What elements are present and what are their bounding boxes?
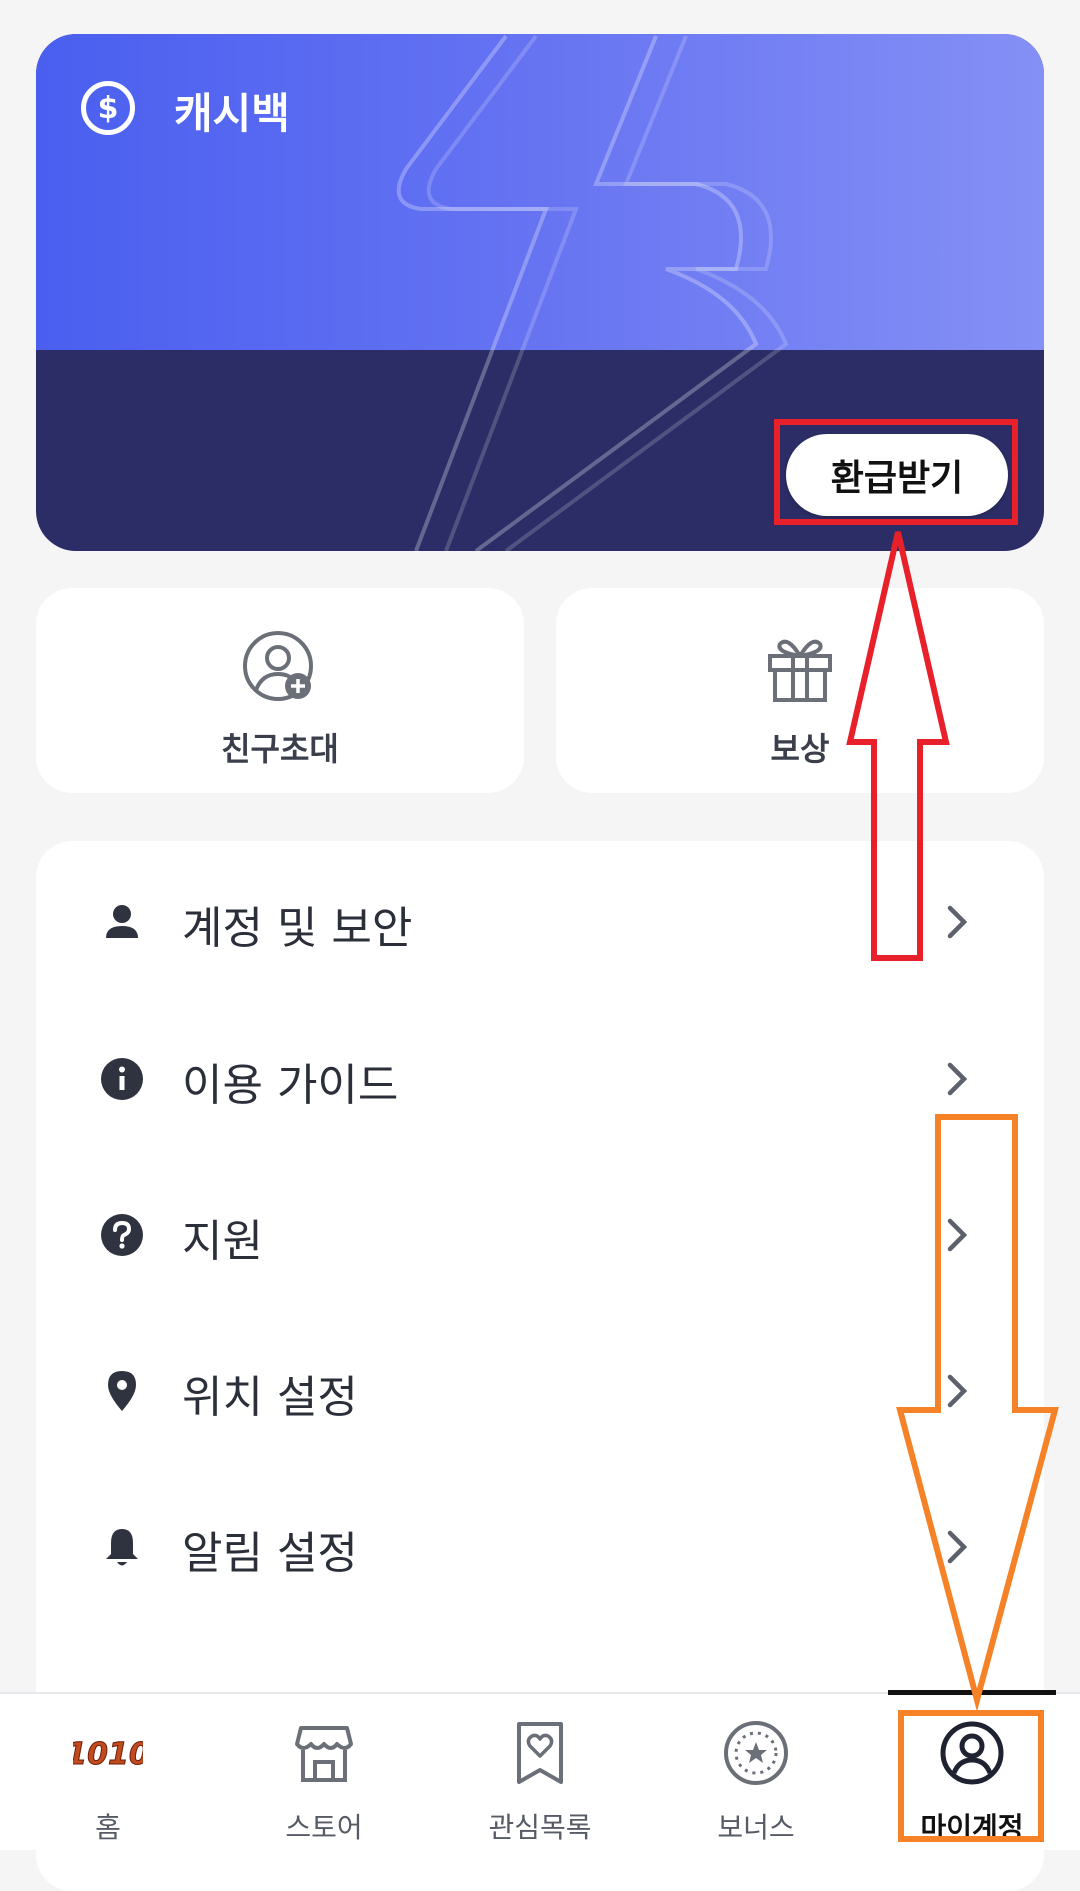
chevron-right-icon xyxy=(947,1062,968,1096)
gift-icon xyxy=(768,639,832,702)
menu-item-label: 지원 xyxy=(182,1216,263,1267)
1010-logo-icon: 1010 xyxy=(73,1737,143,1773)
nav-label: 홈 xyxy=(95,1811,121,1844)
nav-label: 보너스 xyxy=(717,1811,795,1844)
person-icon xyxy=(106,905,138,938)
menu-item-label: 이용 가이드 xyxy=(182,1060,399,1111)
nav-bonus[interactable]: 보너스 xyxy=(648,1694,864,1850)
bonus-icon xyxy=(724,1721,788,1785)
red-highlight-box xyxy=(774,419,1018,525)
dollar-circle-icon: $ xyxy=(81,81,135,135)
info-icon xyxy=(101,1058,143,1100)
svg-text:1010: 1010 xyxy=(73,1737,143,1772)
active-tab-indicator xyxy=(888,1690,1056,1695)
menu-item-label: 위치 설정 xyxy=(182,1372,358,1423)
nav-store[interactable]: 스토어 xyxy=(216,1694,432,1850)
cashback-title: 캐시백 xyxy=(174,89,290,138)
chevron-right-icon xyxy=(947,1530,968,1564)
menu-item-support[interactable]: 지원 xyxy=(36,1157,1044,1313)
help-icon xyxy=(101,1214,143,1256)
orange-highlight-box xyxy=(898,1710,1044,1842)
bell-icon xyxy=(106,1529,138,1566)
nav-label: 관심목록 xyxy=(488,1811,592,1844)
nav-wishlist[interactable]: 관심목록 xyxy=(432,1694,648,1850)
nav-home[interactable]: 1010 홈 xyxy=(0,1694,216,1850)
nav-label: 스토어 xyxy=(285,1811,363,1844)
reward-card[interactable]: 보상 xyxy=(556,588,1044,793)
menu-item-notification-settings[interactable]: 알림 설정 xyxy=(36,1469,1044,1625)
menu-item-account-security[interactable]: 계정 및 보안 xyxy=(36,844,1044,1000)
menu-item-location-settings[interactable]: 위치 설정 xyxy=(36,1313,1044,1469)
reward-label: 보상 xyxy=(770,730,830,768)
menu-item-label: 알림 설정 xyxy=(182,1528,358,1579)
add-friend-icon xyxy=(243,631,313,701)
menu-item-label: 계정 및 보안 xyxy=(182,903,413,954)
wishlist-icon xyxy=(517,1722,563,1784)
menu-item-user-guide[interactable]: 이용 가이드 xyxy=(36,1001,1044,1157)
invite-friend-label: 친구초대 xyxy=(221,730,339,768)
chevron-right-icon xyxy=(947,1218,968,1252)
chevron-right-icon xyxy=(947,905,968,939)
invite-friend-card[interactable]: 친구초대 xyxy=(36,588,524,793)
chevron-right-icon xyxy=(947,1374,968,1408)
store-icon xyxy=(295,1726,353,1782)
location-pin-icon xyxy=(108,1371,136,1411)
